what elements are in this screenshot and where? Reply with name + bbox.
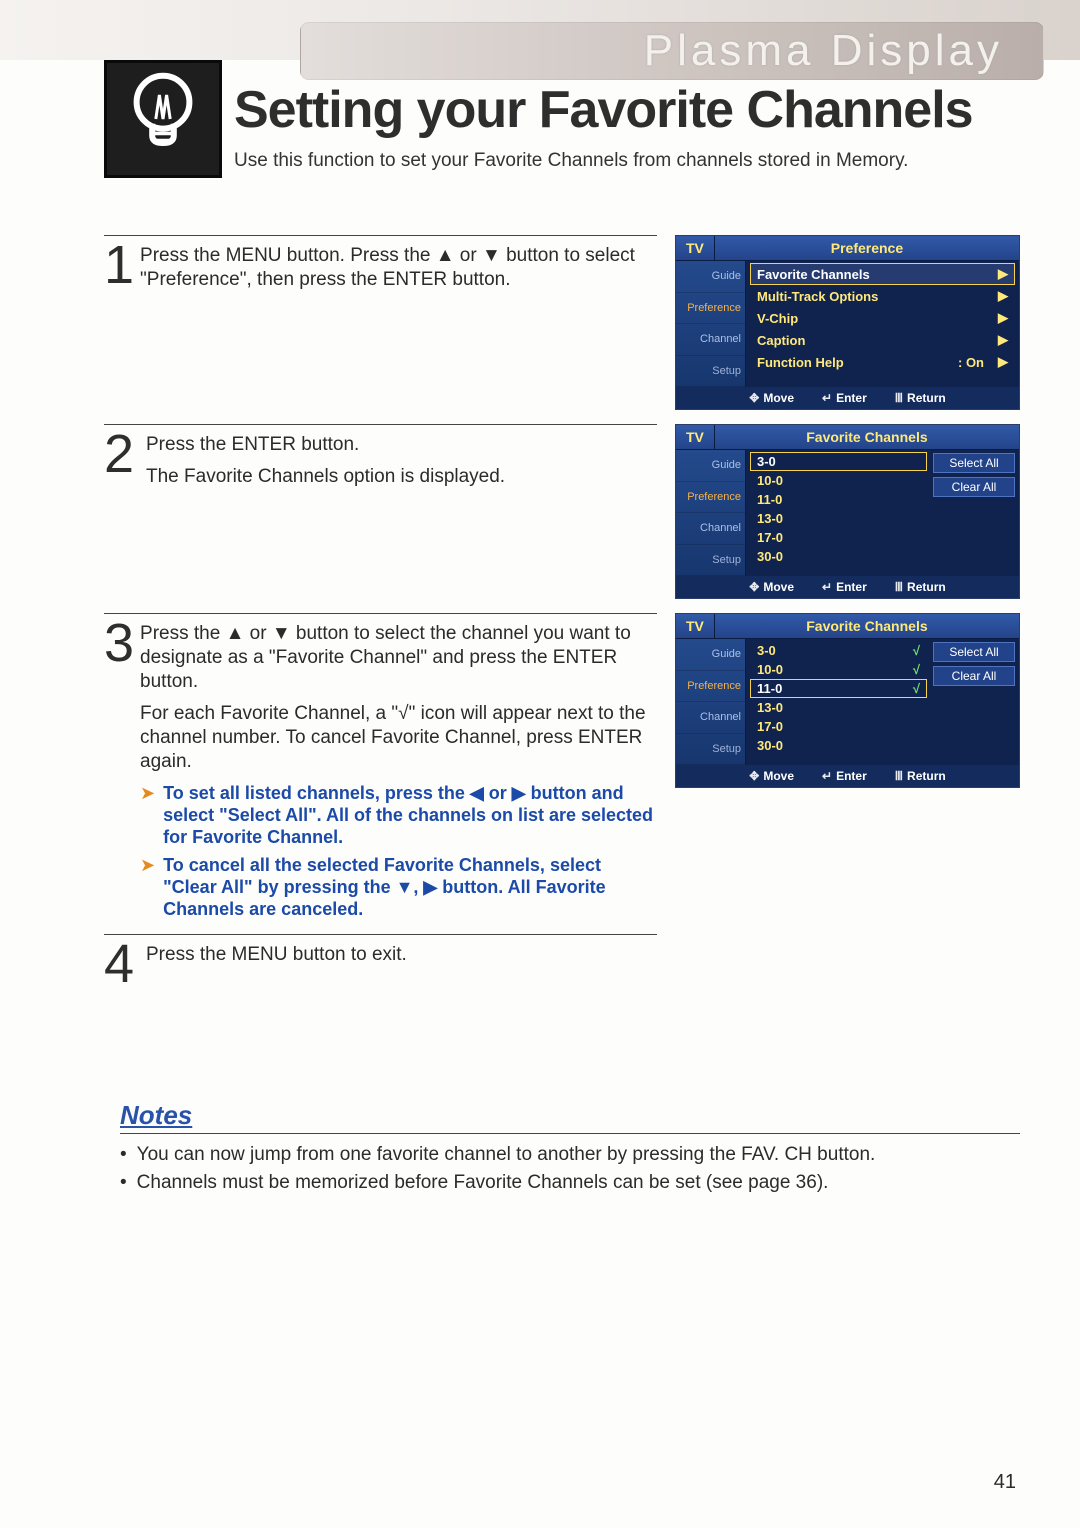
menu-function-help[interactable]: Function Help : On ▶ [750, 351, 1015, 373]
bulb-icon [104, 60, 222, 178]
page-title: Setting your Favorite Channels [234, 80, 973, 140]
step-num-4: 4 [104, 941, 140, 987]
ch-30-0[interactable]: 30-0 [750, 736, 927, 755]
osd-preference: TV Preference Guide Preference Channel S… [675, 235, 1020, 410]
menu-vchip[interactable]: V-Chip▶ [750, 307, 1015, 329]
osd-footer: ✥Move ↵Enter ⅢReturn [676, 387, 1019, 409]
side-channel: Channel [676, 324, 745, 356]
ch-17-0[interactable]: 17-0 [750, 717, 927, 736]
step-num-2: 2 [104, 431, 140, 477]
side-preference: Preference [676, 293, 745, 325]
ch-10-0[interactable]: 10-0√ [750, 660, 927, 679]
notes-section: Notes You can now jump from one favorite… [120, 1100, 1020, 1200]
step-4: 4 Press the MENU button to exit. [104, 934, 1020, 987]
ch-13-0[interactable]: 13-0 [750, 509, 927, 528]
ch-3-0[interactable]: 3-0 [750, 452, 927, 471]
check-icon: √ [913, 681, 920, 696]
osd-title: Preference [715, 236, 1019, 260]
ch-11-0[interactable]: 11-0√ [750, 679, 927, 698]
osd-tv-label: TV [676, 236, 715, 260]
ch-11-0[interactable]: 11-0 [750, 490, 927, 509]
step-2-text: Press the ENTER button. The Favorite Cha… [146, 431, 505, 497]
side-setup: Setup [676, 356, 745, 388]
select-all-button[interactable]: Select All [933, 453, 1015, 473]
check-icon: √ [913, 662, 920, 677]
tip-arrow-icon: ➤ [140, 854, 155, 920]
step-4-text: Press the MENU button to exit. [146, 941, 407, 975]
clear-all-button[interactable]: Clear All [933, 666, 1015, 686]
side-guide: Guide [676, 261, 745, 293]
ch-17-0[interactable]: 17-0 [750, 528, 927, 547]
check-icon: √ [913, 643, 920, 658]
step-num-1: 1 [104, 242, 134, 288]
tip-arrow-icon: ➤ [140, 782, 155, 848]
step-num-3: 3 [104, 620, 134, 666]
step-3: 3 Press the ▲ or ▼ button to select the … [104, 613, 1020, 920]
tip-1: ➤ To set all listed channels, press the … [140, 782, 657, 848]
step-3-text: Press the ▲ or ▼ button to select the ch… [140, 620, 657, 920]
clear-all-button[interactable]: Clear All [933, 477, 1015, 497]
select-all-button[interactable]: Select All [933, 642, 1015, 662]
step-1-text: Press the MENU button. Press the ▲ or ▼ … [140, 242, 657, 300]
brand-text: Plasma Display [644, 26, 1003, 76]
note-1: You can now jump from one favorite chann… [120, 1144, 1020, 1166]
ch-30-0[interactable]: 30-0 [750, 547, 927, 566]
ch-3-0[interactable]: 3-0√ [750, 641, 927, 660]
menu-favorite-channels[interactable]: Favorite Channels▶ [750, 263, 1015, 285]
step-1: 1 Press the MENU button. Press the ▲ or … [104, 235, 1020, 410]
tip-2: ➤ To cancel all the selected Favorite Ch… [140, 854, 657, 920]
content: 1 Press the MENU button. Press the ▲ or … [104, 235, 1020, 1001]
page-subtitle: Use this function to set your Favorite C… [234, 150, 908, 172]
notes-heading: Notes [120, 1100, 1020, 1134]
brand-banner: Plasma Display [300, 22, 1044, 80]
osd-fav-2: TV Favorite Channels Guide Preference Ch… [675, 613, 1020, 788]
osd-fav-1: TV Favorite Channels Guide Preference Ch… [675, 424, 1020, 599]
note-2: Channels must be memorized before Favori… [120, 1172, 1020, 1194]
page-number: 41 [994, 1471, 1016, 1494]
menu-caption[interactable]: Caption▶ [750, 329, 1015, 351]
ch-10-0[interactable]: 10-0 [750, 471, 927, 490]
menu-multi-track[interactable]: Multi-Track Options▶ [750, 285, 1015, 307]
ch-13-0[interactable]: 13-0 [750, 698, 927, 717]
step-2: 2 Press the ENTER button. The Favorite C… [104, 424, 1020, 599]
